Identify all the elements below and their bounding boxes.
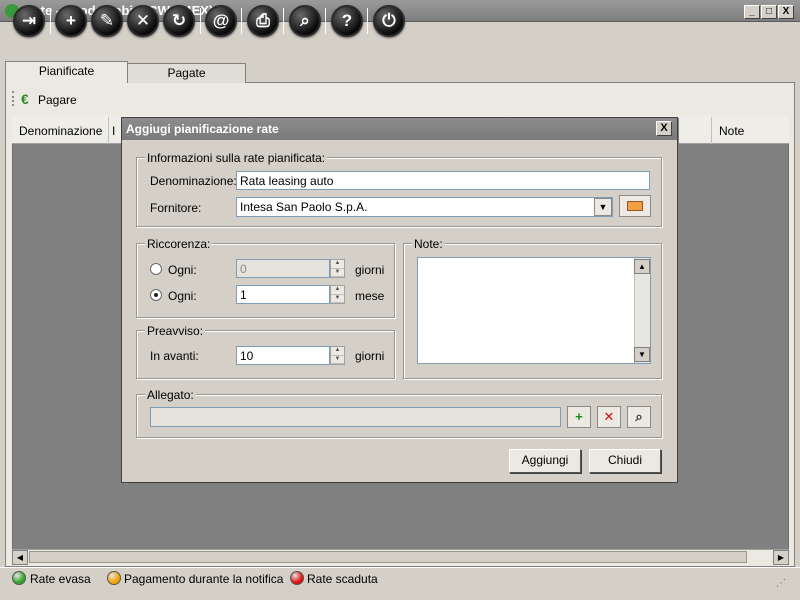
- ricorrenza-group: [136, 243, 395, 318]
- denominazione-input[interactable]: Rata leasing auto: [236, 171, 650, 190]
- preavviso-group-label: Preavviso:: [145, 324, 206, 338]
- preavviso-unit-label: giorni: [355, 349, 385, 363]
- exit-icon[interactable]: ⇥: [13, 5, 45, 37]
- ogni-giorni-input[interactable]: 0: [236, 259, 330, 278]
- allegato-group-label: Allegato:: [145, 388, 196, 402]
- legend-rate-scaduta: Rate scaduta: [307, 572, 378, 586]
- tab-pianificate[interactable]: Pianificate: [5, 61, 128, 83]
- refresh-icon[interactable]: ↻: [163, 5, 195, 37]
- fornitore-label: Fornitore:: [150, 201, 202, 215]
- ogni-mese-input[interactable]: 1: [236, 285, 330, 304]
- close-window-button[interactable]: X: [778, 5, 794, 19]
- scroll-down-icon[interactable]: ▼: [634, 347, 650, 362]
- green-status-icon: [12, 571, 26, 585]
- toolbar-separator: [283, 8, 284, 34]
- resize-grip-icon[interactable]: ⋰: [776, 578, 786, 589]
- euro-icon[interactable]: €: [21, 91, 29, 107]
- pagare-button[interactable]: Pagare: [38, 93, 77, 107]
- in-avanti-input[interactable]: 10: [236, 346, 330, 365]
- scroll-thumb[interactable]: [29, 551, 747, 563]
- orange-status-icon: [107, 571, 121, 585]
- chevron-down-icon[interactable]: ▼: [594, 198, 612, 216]
- info-group-label: Informazioni sulla rate pianificata:: [145, 151, 328, 165]
- power-icon[interactable]: ⏻: [373, 5, 405, 37]
- giorni-unit-label: giorni: [355, 263, 385, 277]
- column-separator: [711, 117, 712, 144]
- remove-attachment-icon[interactable]: ✕: [597, 406, 621, 428]
- tab-pagate[interactable]: Pagate: [127, 63, 246, 83]
- spin-up-icon[interactable]: ▲: [331, 260, 344, 269]
- scroll-left-icon[interactable]: ◀: [12, 550, 28, 565]
- aggiungi-button[interactable]: Aggiungi: [509, 449, 581, 473]
- ogni-mese-label: Ogni:: [168, 289, 197, 303]
- spin-down-icon[interactable]: ▼: [331, 356, 344, 364]
- ricorrenza-group-label: Riccorenza:: [145, 237, 213, 251]
- toolbar-separator: [325, 8, 326, 34]
- toolbar-separator: [367, 8, 368, 34]
- column-header-denominazione[interactable]: Denominazione: [19, 124, 102, 138]
- red-status-icon: [290, 571, 304, 585]
- scroll-right-icon[interactable]: ▶: [773, 550, 789, 565]
- maximize-button[interactable]: □: [761, 5, 777, 19]
- ogni-giorni-radio[interactable]: [150, 263, 162, 275]
- note-group-label: Note:: [412, 237, 445, 251]
- chiudi-button[interactable]: Chiudi: [589, 449, 661, 473]
- ogni-giorni-label: Ogni:: [168, 263, 197, 277]
- spin-up-icon[interactable]: ▲: [331, 286, 344, 295]
- legend-pagamento-notifica: Pagamento durante la notifica: [124, 572, 284, 586]
- list-icon: [627, 201, 643, 211]
- sub-toolbar: [8, 87, 790, 111]
- dialog-close-button[interactable]: X: [656, 121, 672, 136]
- denominazione-label: Denominazione:: [150, 174, 237, 188]
- legend-rate-evasa: Rate evasa: [30, 572, 91, 586]
- ogni-giorni-spinner[interactable]: ▲ ▼: [330, 259, 345, 278]
- toolbar-separator: [200, 8, 201, 34]
- fornitore-lookup-button[interactable]: [619, 195, 651, 217]
- spin-up-icon[interactable]: ▲: [331, 347, 344, 356]
- dialog-title: Aggiugi pianificazione rate: [126, 122, 279, 136]
- allegato-path-field[interactable]: [150, 407, 561, 427]
- ogni-mese-radio[interactable]: [150, 289, 162, 301]
- in-avanti-label: In avanti:: [150, 349, 199, 363]
- help-icon[interactable]: ?: [331, 5, 363, 37]
- toolbar-separator: [50, 8, 51, 34]
- in-avanti-spinner[interactable]: ▲ ▼: [330, 346, 345, 365]
- ogni-mese-spinner[interactable]: ▲ ▼: [330, 285, 345, 304]
- search-icon[interactable]: ⌕: [289, 5, 321, 37]
- print-icon[interactable]: ⎙: [247, 5, 279, 37]
- minimize-button[interactable]: _: [744, 5, 760, 19]
- spin-down-icon[interactable]: ▼: [331, 269, 344, 277]
- add-attachment-icon[interactable]: +: [567, 406, 591, 428]
- mese-unit-label: mese: [355, 289, 385, 303]
- fornitore-select[interactable]: Intesa San Paolo S.p.A.: [236, 197, 613, 217]
- toolbar-grip: [12, 91, 15, 106]
- delete-icon[interactable]: ✕: [127, 5, 159, 37]
- email-icon[interactable]: @: [205, 5, 237, 37]
- status-bar: [0, 567, 800, 600]
- column-header-note[interactable]: Note: [719, 124, 744, 138]
- view-attachment-icon[interactable]: ⌕: [627, 406, 651, 428]
- scroll-up-icon[interactable]: ▲: [634, 259, 650, 274]
- add-icon[interactable]: +: [55, 5, 87, 37]
- column-separator: [108, 117, 109, 144]
- toolbar-separator: [241, 8, 242, 34]
- spin-down-icon[interactable]: ▼: [331, 295, 344, 303]
- edit-icon[interactable]: ✎: [91, 5, 123, 37]
- note-textarea[interactable]: [417, 257, 651, 364]
- column-header-partial[interactable]: I: [112, 124, 115, 138]
